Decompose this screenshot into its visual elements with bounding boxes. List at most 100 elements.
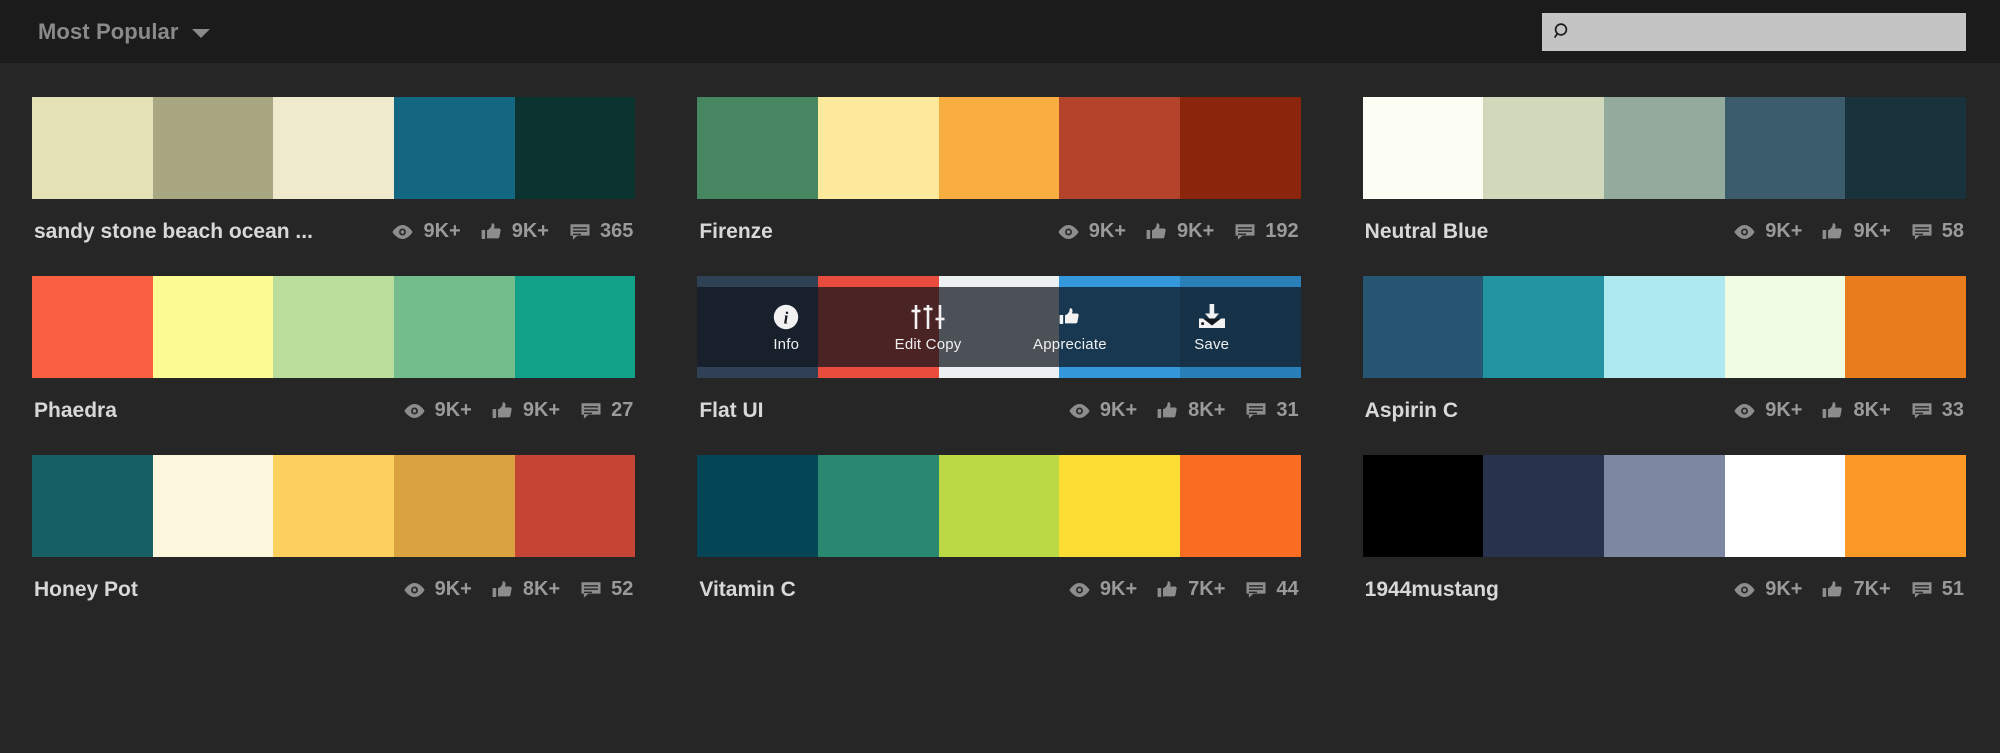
palette-swatches[interactable] [697, 97, 1301, 199]
palette-name[interactable]: Flat UI [699, 399, 763, 423]
color-swatch[interactable] [1180, 97, 1301, 199]
thumbs-up-icon [1157, 580, 1179, 599]
color-swatch[interactable] [394, 276, 515, 378]
color-swatch[interactable] [818, 455, 939, 557]
color-swatch[interactable] [152, 455, 274, 557]
palette-swatches[interactable]: i Info Edit Copy Appreciate Save [697, 276, 1301, 378]
palette-name[interactable]: Honey Pot [34, 578, 138, 602]
color-swatch[interactable] [1724, 97, 1846, 199]
eye-icon [1068, 403, 1091, 419]
eye-icon [1733, 403, 1756, 419]
palette-card[interactable]: i Info Edit Copy Appreciate Save Flat UI 9K+ 8K… [697, 276, 1301, 443]
color-swatch[interactable] [1604, 276, 1725, 378]
color-swatch[interactable] [273, 97, 395, 199]
color-swatch[interactable] [1604, 455, 1725, 557]
svg-text:i: i [784, 308, 789, 327]
overlay-action-edit-copy[interactable]: Edit Copy [886, 302, 970, 353]
palette-stats: 9K+ 8K+ 33 [1733, 399, 1964, 422]
color-swatch[interactable] [514, 276, 636, 378]
color-swatch[interactable] [1845, 455, 1967, 557]
color-swatch[interactable] [1059, 455, 1181, 557]
palette-name[interactable]: 1944mustang [1365, 578, 1499, 602]
overlay-action-appreciate[interactable]: Appreciate [1028, 302, 1112, 353]
comment-icon [1245, 581, 1267, 599]
search-input[interactable] [1574, 23, 1956, 40]
palette-swatches[interactable] [32, 276, 636, 378]
color-swatch[interactable] [1483, 276, 1604, 378]
color-swatch[interactable] [1362, 455, 1484, 557]
color-swatch[interactable] [1724, 455, 1846, 557]
color-swatch[interactable] [818, 97, 939, 199]
stat-comments: 51 [1911, 578, 1964, 601]
palette-name[interactable]: Phaedra [34, 399, 117, 423]
palette-card[interactable]: Neutral Blue 9K+ 9K+ 58 [1362, 97, 1967, 264]
palette-card[interactable]: Aspirin C 9K+ 8K+ 33 [1362, 276, 1967, 443]
overlay-action-label: Save [1194, 335, 1230, 353]
color-swatch[interactable] [938, 455, 1060, 557]
download-tray-icon [1196, 302, 1228, 332]
color-swatch[interactable] [394, 97, 515, 199]
color-swatch[interactable] [394, 455, 515, 557]
color-swatch[interactable] [514, 455, 636, 557]
palette-card[interactable]: Firenze 9K+ 9K+ 192 [697, 97, 1301, 264]
stat-views: 9K+ [403, 578, 472, 601]
stat-views: 9K+ [1733, 220, 1802, 243]
color-swatch[interactable] [1483, 97, 1604, 199]
stat-appreciations: 8K+ [1822, 399, 1891, 422]
color-swatch[interactable] [1845, 97, 1967, 199]
palette-card[interactable]: sandy stone beach ocean ... 9K+ 9K+ 365 [32, 97, 636, 264]
palette-card[interactable]: Honey Pot 9K+ 8K+ 52 [32, 455, 636, 622]
stat-appreciations: 8K+ [492, 578, 560, 601]
color-swatch[interactable] [32, 97, 153, 199]
views-count: 9K+ [434, 399, 472, 421]
palette-swatches[interactable] [32, 455, 636, 557]
comments-count: 31 [1276, 399, 1299, 421]
color-swatch[interactable] [938, 97, 1060, 199]
palette-swatches[interactable] [1362, 276, 1967, 378]
color-swatch[interactable] [697, 455, 818, 557]
color-swatch[interactable] [1604, 97, 1725, 199]
stat-views: 9K+ [1733, 399, 1802, 422]
color-swatch[interactable] [1180, 455, 1301, 557]
color-swatch[interactable] [273, 455, 395, 557]
color-swatch[interactable] [32, 455, 153, 557]
palette-card[interactable]: 1944mustang 9K+ 7K+ 51 [1362, 455, 1967, 622]
color-swatch[interactable] [32, 276, 153, 378]
palette-swatches[interactable] [1362, 97, 1967, 199]
color-swatch[interactable] [1483, 455, 1604, 557]
palette-card[interactable]: Phaedra 9K+ 9K+ 27 [32, 276, 636, 443]
palette-stats: 9K+ 9K+ 58 [1733, 220, 1964, 243]
palette-name[interactable]: Firenze [699, 220, 773, 244]
palette-name[interactable]: Aspirin C [1365, 399, 1458, 423]
palette-name[interactable]: Neutral Blue [1365, 220, 1489, 244]
stat-comments: 33 [1911, 399, 1964, 422]
overlay-action-save[interactable]: Save [1170, 302, 1254, 353]
color-swatch[interactable] [152, 276, 274, 378]
appreciations-count: 8K+ [522, 578, 561, 600]
overlay-action-info[interactable]: i Info [744, 302, 828, 353]
palette-name[interactable]: Vitamin C [699, 578, 795, 602]
color-swatch[interactable] [1362, 276, 1484, 378]
color-swatch[interactable] [1362, 97, 1484, 199]
color-swatch[interactable] [697, 97, 818, 199]
color-swatch[interactable] [273, 276, 395, 378]
palette-name[interactable]: sandy stone beach ocean ... [34, 220, 313, 244]
palette-stats: 9K+ 7K+ 51 [1733, 578, 1964, 601]
palette-swatches[interactable] [1362, 455, 1967, 557]
search-box[interactable] [1542, 12, 1966, 51]
sort-dropdown[interactable]: Most Popular [38, 19, 210, 45]
color-swatch[interactable] [1059, 97, 1181, 199]
palette-meta: Vitamin C 9K+ 7K+ 44 [697, 557, 1300, 622]
overlay-action-label: Info [773, 335, 800, 353]
palette-card[interactable]: Vitamin C 9K+ 7K+ 44 [697, 455, 1301, 622]
color-swatch[interactable] [1724, 276, 1846, 378]
eye-icon [391, 224, 414, 240]
comments-count: 51 [1941, 578, 1964, 600]
palette-swatches[interactable] [697, 455, 1301, 557]
color-swatch[interactable] [152, 97, 274, 199]
appreciations-count: 8K+ [1188, 399, 1226, 421]
color-swatch[interactable] [1845, 276, 1967, 378]
views-count: 9K+ [1765, 399, 1803, 421]
color-swatch[interactable] [514, 97, 636, 199]
palette-swatches[interactable] [32, 97, 636, 199]
